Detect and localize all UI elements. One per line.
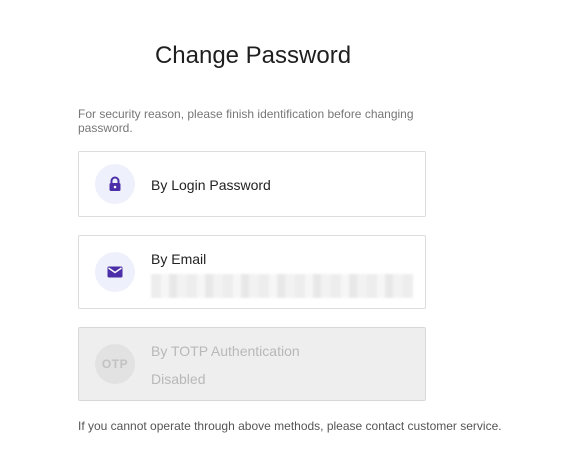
lock-icon [109, 176, 121, 191]
method-label: By Login Password [151, 177, 271, 193]
masked-email-value [151, 274, 413, 298]
change-password-page: Change Password For security reason, ple… [0, 0, 584, 473]
method-totp-disabled: OTP By TOTP Authentication Disabled [78, 327, 426, 401]
method-email[interactable]: By Email [78, 235, 426, 309]
mail-icon-badge [95, 252, 135, 292]
otp-icon-badge: OTP [95, 344, 135, 384]
security-description: For security reason, please finish ident… [78, 107, 414, 135]
method-label: By Email [151, 251, 207, 267]
customer-service-note: If you cannot operate through above meth… [78, 419, 502, 433]
method-status: Disabled [151, 371, 206, 387]
otp-icon: OTP [101, 357, 129, 371]
method-label: By TOTP Authentication [151, 343, 300, 359]
method-login-password[interactable]: By Login Password [78, 151, 426, 217]
mail-icon [107, 266, 123, 278]
lock-icon-badge [95, 164, 135, 204]
page-title: Change Password [154, 42, 352, 69]
